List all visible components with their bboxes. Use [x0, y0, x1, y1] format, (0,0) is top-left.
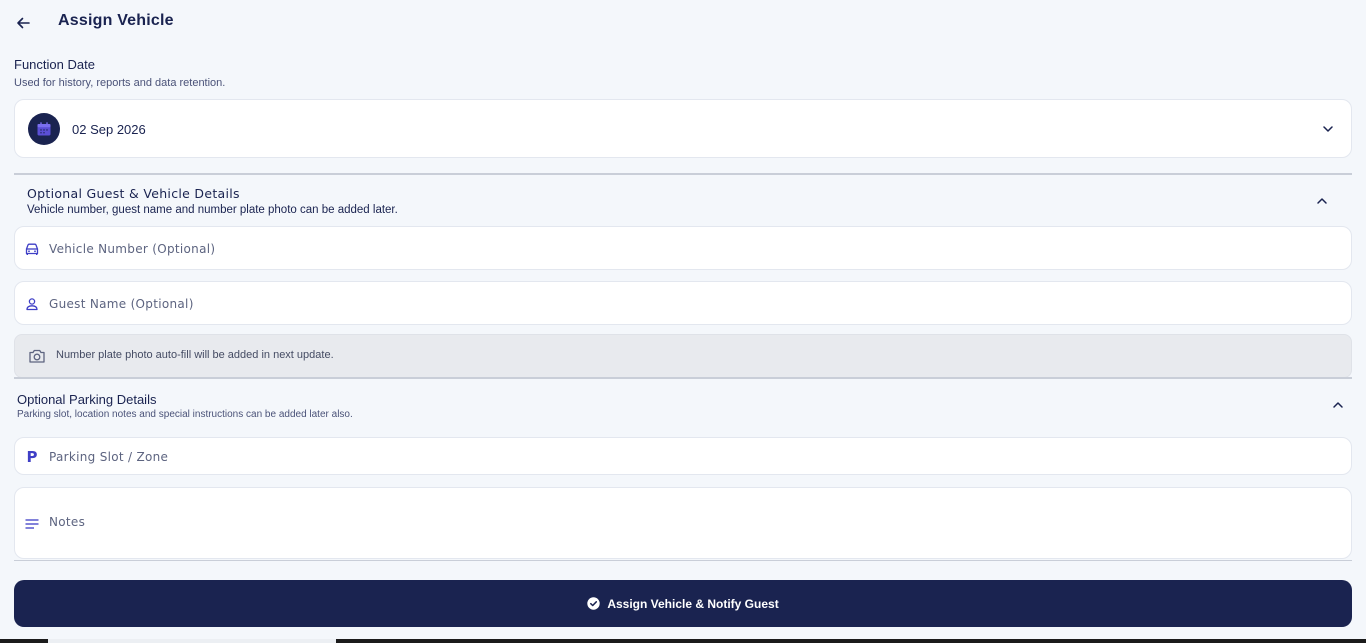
- vehicle-number-input[interactable]: [49, 240, 1339, 258]
- guest-name-input[interactable]: [49, 295, 1339, 313]
- parking-section-header[interactable]: Optional Parking Details Parking slot, l…: [14, 384, 1352, 424]
- chevron-up-icon: [1333, 402, 1343, 408]
- chevron-down-icon: [1323, 126, 1333, 132]
- assign-vehicle-page: Assign Vehicle Function Date Used for hi…: [0, 0, 1366, 643]
- section-divider: [14, 560, 1352, 561]
- parking-section-subtitle: Parking slot, location notes and special…: [17, 409, 353, 420]
- parking-section-title: Optional Parking Details: [17, 392, 157, 407]
- notes-lines-icon: [24, 516, 40, 532]
- assign-vehicle-button[interactable]: Assign Vehicle & Notify Guest: [14, 580, 1352, 627]
- calendar-icon: [37, 122, 51, 136]
- parking-slot-input[interactable]: [49, 448, 1339, 466]
- function-date-subtitle: Used for history, reports and data reten…: [14, 77, 226, 89]
- parking-icon: P: [26, 448, 38, 466]
- page-title: Assign Vehicle: [58, 12, 174, 29]
- notes-field[interactable]: [14, 487, 1352, 559]
- calendar-badge: [28, 113, 60, 145]
- guest-vehicle-section-subtitle: Vehicle number, guest name and number pl…: [27, 204, 398, 216]
- notes-input[interactable]: [49, 515, 1339, 535]
- function-date-title: Function Date: [14, 57, 95, 72]
- header: Assign Vehicle: [0, 0, 1366, 44]
- photo-autofill-text: Number plate photo auto-fill will be add…: [56, 349, 334, 361]
- camera-icon: [29, 349, 45, 363]
- car-icon: [24, 241, 40, 257]
- check-circle-icon: [587, 597, 601, 610]
- bottom-edge: [0, 639, 1366, 643]
- function-date-picker[interactable]: 02 Sep 2026: [14, 99, 1352, 158]
- back-button[interactable]: [12, 12, 34, 34]
- guest-name-field[interactable]: [14, 281, 1352, 325]
- function-date-value: 02 Sep 2026: [72, 122, 146, 137]
- photo-autofill-notice: Number plate photo auto-fill will be add…: [14, 334, 1352, 378]
- section-divider: [14, 377, 1352, 379]
- section-divider: [14, 173, 1352, 175]
- chevron-up-icon: [1317, 198, 1327, 204]
- guest-vehicle-section-title: Optional Guest & Vehicle Details: [27, 186, 240, 201]
- guest-vehicle-section-header[interactable]: Optional Guest & Vehicle Details Vehicle…: [14, 180, 1352, 224]
- vehicle-number-field[interactable]: [14, 226, 1352, 270]
- arrow-left-icon: [17, 17, 30, 29]
- assign-vehicle-button-label: Assign Vehicle & Notify Guest: [607, 596, 779, 611]
- person-icon: [24, 296, 40, 312]
- parking-slot-field[interactable]: P: [14, 437, 1352, 475]
